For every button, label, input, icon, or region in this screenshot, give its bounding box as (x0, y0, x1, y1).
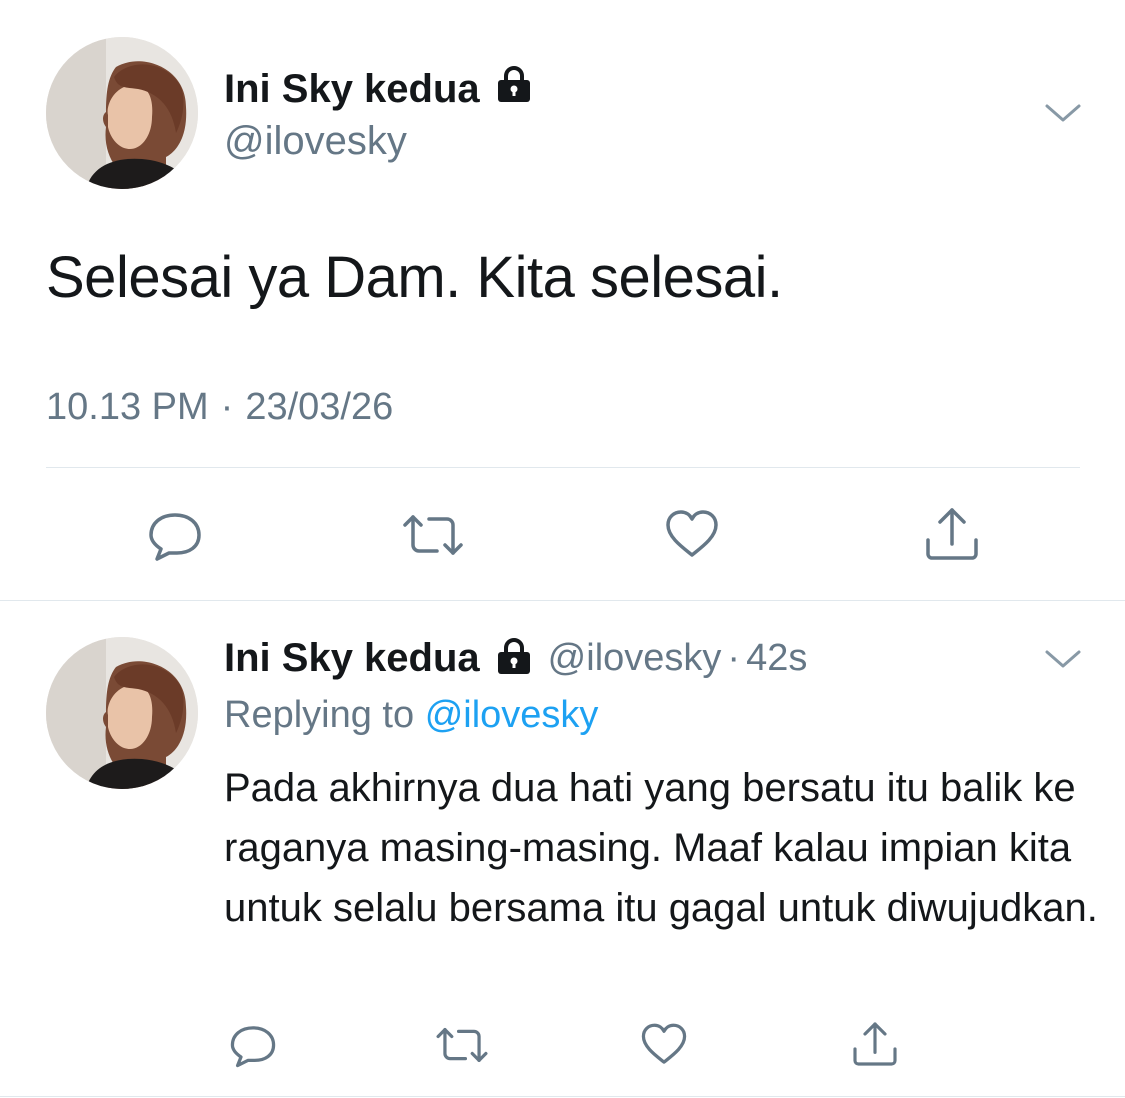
share-icon[interactable] (920, 503, 984, 565)
main-handle[interactable]: @ilovesky (224, 119, 407, 164)
reply-separator: · (727, 636, 741, 679)
more-options-chevron-icon[interactable] (1042, 98, 1084, 128)
share-icon[interactable] (848, 1018, 902, 1070)
main-display-name-row[interactable]: Ini Sky kedua (224, 63, 534, 115)
replying-prefix: Replying to (224, 694, 415, 736)
lock-icon (494, 64, 534, 114)
retweet-icon[interactable] (432, 1020, 492, 1070)
lock-icon (494, 636, 534, 681)
reply-header-row: Ini Sky kedua @ilovesky · 42s (224, 630, 807, 686)
main-avatar[interactable] (46, 37, 198, 189)
reply-icon[interactable] (228, 1020, 278, 1070)
main-time: 10.13 PM (46, 386, 209, 428)
retweet-icon[interactable] (398, 505, 468, 565)
main-date: 23/03/26 (245, 386, 394, 428)
reply-age: 42s (746, 636, 808, 679)
reply-tweet-text: Pada akhirnya dua hati yang bersatu itu … (224, 766, 1098, 930)
reply-icon[interactable] (145, 505, 205, 565)
main-display-name[interactable]: Ini Sky kedua (224, 67, 480, 112)
main-separator: · (220, 386, 234, 428)
reply-handle[interactable]: @ilovesky (548, 637, 722, 680)
bottom-divider (0, 1096, 1125, 1097)
reply-display-name[interactable]: Ini Sky kedua (224, 636, 480, 681)
replying-handle-link[interactable]: @ilovesky (425, 694, 599, 736)
like-icon[interactable] (662, 505, 722, 565)
more-options-chevron-icon[interactable] (1042, 644, 1084, 674)
replying-to: Replying to @ilovesky (224, 694, 598, 737)
section-divider (0, 600, 1125, 601)
main-divider (46, 467, 1080, 468)
main-timestamp: 10.13 PM · 23/03/26 (46, 386, 393, 429)
like-icon[interactable] (638, 1020, 690, 1070)
main-tweet-text: Selesai ya Dam. Kita selesai. (46, 245, 783, 310)
reply-avatar[interactable] (46, 637, 198, 789)
